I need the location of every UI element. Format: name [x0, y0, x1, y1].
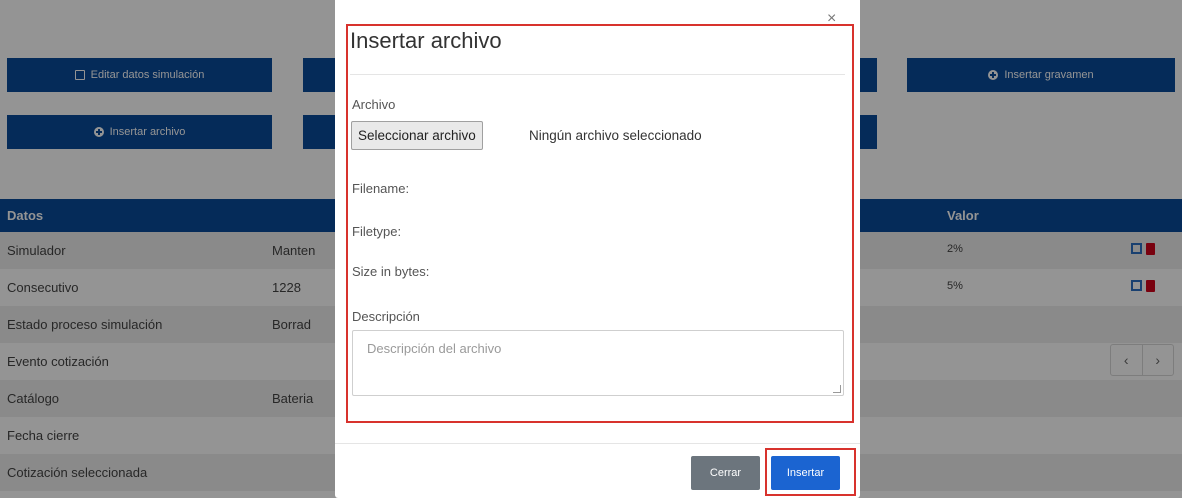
description-placeholder: Descripción del archivo: [367, 341, 502, 356]
choose-file-button[interactable]: Seleccionar archivo: [351, 121, 483, 150]
footer-divider: [335, 443, 860, 444]
file-label: Archivo: [352, 97, 396, 112]
filename-label: Filename:: [352, 181, 410, 196]
description-textarea[interactable]: Descripción del archivo: [352, 330, 844, 396]
description-label: Descripción: [352, 309, 420, 324]
insert-button[interactable]: Insertar: [771, 456, 840, 490]
close-button[interactable]: Cerrar: [691, 456, 760, 490]
size-label: Size in bytes:: [352, 264, 430, 279]
divider: [350, 74, 845, 75]
insert-file-modal: × Insertar archivo Archivo Seleccionar a…: [335, 0, 860, 498]
resize-handle-icon[interactable]: [833, 385, 841, 393]
filetype-label: Filetype:: [352, 224, 402, 239]
modal-title: Insertar archivo: [350, 28, 502, 53]
file-status-text: Ningún archivo seleccionado: [529, 128, 702, 143]
